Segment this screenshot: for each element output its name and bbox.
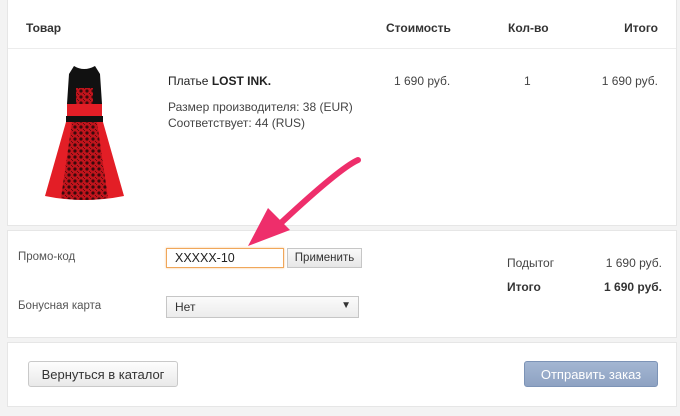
bonus-card-label: Бонусная карта	[18, 300, 102, 312]
order-total-value: 1 690 руб.	[604, 280, 662, 294]
promo-code-input[interactable]	[166, 248, 284, 268]
apply-promo-button[interactable]: Применить	[287, 248, 362, 268]
product-dress-image[interactable]	[42, 64, 127, 206]
column-header-cost: Стоимость	[386, 21, 451, 35]
item-quantity: 1	[524, 74, 531, 88]
subtotal-value: 1 690 руб.	[605, 256, 662, 270]
product-name[interactable]: Платье LOST INK.	[168, 74, 271, 88]
submit-order-button[interactable]: Отправить заказ	[524, 361, 658, 387]
product-size: Размер производителя: 38 (EUR)	[168, 100, 353, 114]
checkout-options-panel	[8, 231, 676, 337]
promo-code-label: Промо-код	[18, 251, 76, 263]
column-header-quantity: Кол-во	[508, 21, 549, 35]
product-name-prefix: Платье	[168, 74, 209, 88]
header-divider	[8, 48, 676, 49]
order-total-label: Итого	[507, 280, 541, 294]
item-total: 1 690 руб.	[601, 74, 658, 88]
column-header-total: Итого	[624, 21, 658, 35]
cart-panel: Товар Стоимость Кол-во Итого Платье LOST…	[8, 0, 676, 225]
column-header-product: Товар	[26, 21, 62, 35]
product-size-match: Соответствует: 44 (RUS)	[168, 116, 306, 130]
bonus-card-select[interactable]: Нет ▼	[166, 296, 359, 318]
subtotal-label: Подытог	[507, 256, 555, 270]
item-price: 1 690 руб.	[394, 74, 451, 88]
product-brand: LOST INK.	[211, 74, 272, 88]
back-to-catalog-button[interactable]: Вернуться в каталог	[28, 361, 178, 387]
bonus-card-selected: Нет	[175, 300, 196, 314]
dropdown-arrow-icon: ▼	[341, 300, 351, 311]
